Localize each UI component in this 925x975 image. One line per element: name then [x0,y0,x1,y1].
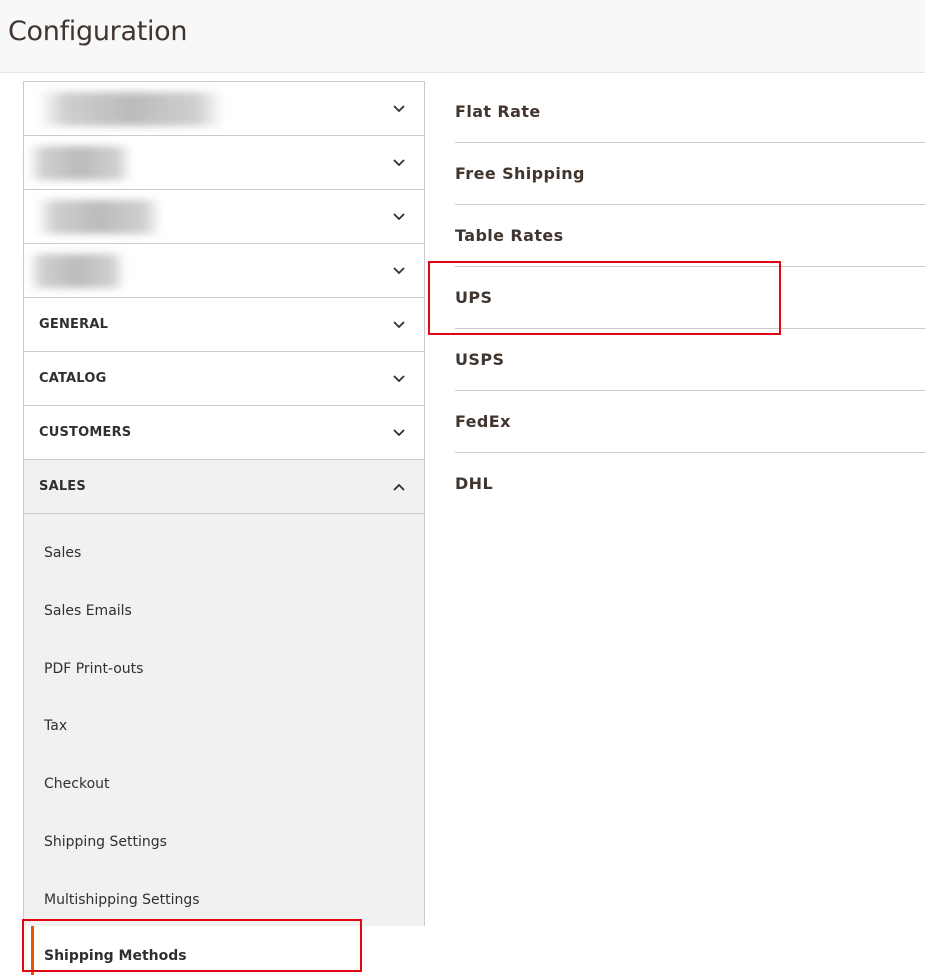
method-section-dhl[interactable]: DHL [455,453,925,515]
method-section-ups[interactable]: UPS [455,267,925,329]
method-label: Flat Rate [455,102,541,121]
method-label: DHL [455,474,494,493]
subnav-item-sales-emails[interactable]: Sales Emails [44,603,132,619]
method-label: UPS [455,288,493,307]
chevron-down-icon [392,372,406,386]
config-sidebar: GENERAL CATALOG CUSTOMERS SALES Sales Sa… [23,81,425,928]
sidebar-section-label: CATALOG [39,371,107,386]
page-header: Configuration [0,0,925,73]
method-section-flat-rate[interactable]: Flat Rate [455,81,925,143]
method-label: Free Shipping [455,164,585,183]
sidebar-section-obscured[interactable] [24,136,424,190]
sidebar-section-sales[interactable]: SALES [24,460,424,514]
blurred-label [36,200,162,234]
chevron-down-icon [392,102,406,116]
sidebar-section-label: CUSTOMERS [39,425,132,440]
sidebar-section-label: SALES [39,479,86,494]
subnav-item-sales[interactable]: Sales [44,545,81,561]
subnav-item-shipping-settings[interactable]: Shipping Settings [44,834,167,850]
sidebar-section-customers[interactable]: CUSTOMERS [24,406,424,460]
sidebar-section-label: GENERAL [39,317,109,332]
method-label: USPS [455,350,505,369]
subnav-item-label: Shipping Methods [44,948,187,964]
sidebar-section-catalog[interactable]: CATALOG [24,352,424,406]
method-section-free-shipping[interactable]: Free Shipping [455,143,925,205]
chevron-down-icon [392,210,406,224]
subnav-item-tax[interactable]: Tax [44,718,67,734]
chevron-down-icon [392,318,406,332]
subnav-item-checkout[interactable]: Checkout [44,776,110,792]
method-label: Table Rates [455,226,564,245]
sidebar-section-obscured[interactable] [24,244,424,298]
subnav-item-multishipping-settings[interactable]: Multishipping Settings [44,892,200,908]
blurred-label [28,254,126,288]
sidebar-section-general[interactable]: GENERAL [24,298,424,352]
method-section-table-rates[interactable]: Table Rates [455,205,925,267]
active-indicator [31,926,34,975]
sidebar-section-obscured[interactable] [24,190,424,244]
chevron-up-icon [392,480,406,494]
method-section-usps[interactable]: USPS [455,329,925,391]
sales-subnav: Sales Sales Emails PDF Print-outs Tax Ch… [24,514,424,928]
subnav-item-pdf-printouts[interactable]: PDF Print-outs [44,661,143,677]
chevron-down-icon [392,264,406,278]
subnav-item-shipping-methods[interactable]: Shipping Methods [23,926,425,975]
sidebar-section-obscured[interactable] [24,82,424,136]
method-section-fedex[interactable]: FedEx [455,391,925,453]
chevron-down-icon [392,426,406,440]
chevron-down-icon [392,156,406,170]
page-title: Configuration [8,16,188,47]
shipping-methods-list: Flat Rate Free Shipping Table Rates UPS … [455,81,925,515]
blurred-label [38,92,224,126]
blurred-label [28,146,132,180]
method-label: FedEx [455,412,511,431]
